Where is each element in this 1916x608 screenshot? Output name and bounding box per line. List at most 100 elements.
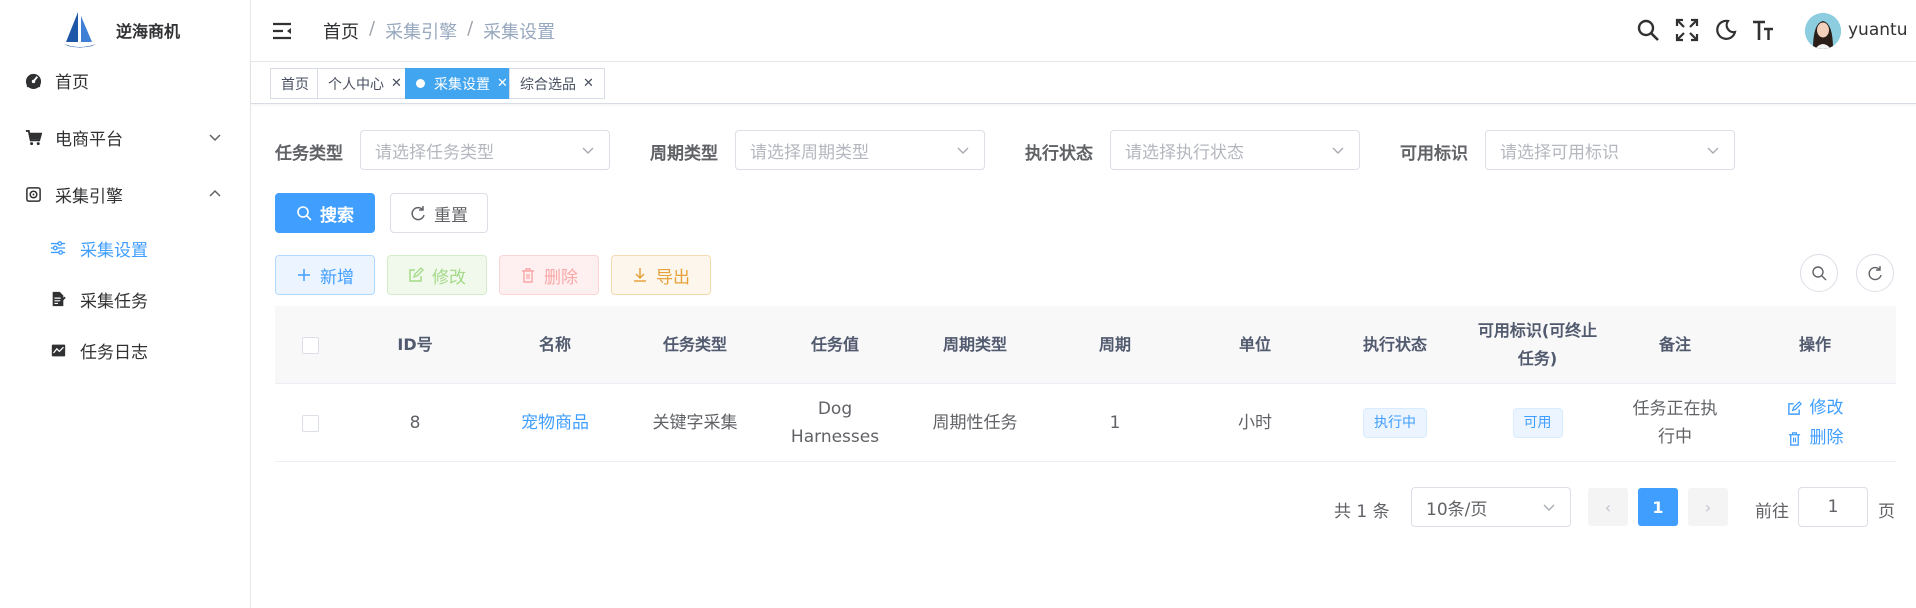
filter-label-task-type: 任务类型 [275, 144, 343, 164]
page-suffix-label: 页 [1878, 502, 1895, 522]
search-icon [1812, 266, 1827, 281]
chevron-down-icon [1332, 147, 1344, 154]
refresh-icon [411, 206, 425, 221]
tag-label: 首页 [281, 76, 309, 93]
search-icon[interactable] [1636, 18, 1660, 42]
trash-icon [522, 268, 534, 283]
fullscreen-icon[interactable] [1675, 18, 1699, 42]
select-all-checkbox[interactable] [301, 336, 319, 354]
select-placeholder: 请选择可用标识 [1500, 142, 1619, 163]
breadcrumb: 首页 / 采集引擎 / 采集设置 [323, 18, 555, 44]
close-icon[interactable]: ✕ [497, 76, 508, 91]
column-header: 可用标识(可终止任务) [1477, 321, 1598, 368]
sidebar-item-ecommerce[interactable]: 电商平台 [0, 113, 250, 161]
column-header: 周期类型 [942, 335, 1007, 354]
active-dot-icon [416, 79, 425, 88]
cell-operations: 修改 删除 [1745, 384, 1885, 462]
row-delete-label: 删除 [1809, 428, 1844, 448]
toggle-search-button[interactable] [1800, 254, 1838, 292]
sidebar-item-engine[interactable]: 采集引擎 [0, 170, 250, 218]
delete-button[interactable]: 删除 [499, 255, 599, 295]
row-edit-button[interactable]: 修改 [1787, 394, 1844, 422]
column-header: 备注 [1658, 335, 1691, 354]
plus-icon [298, 269, 310, 281]
tag-personal-center[interactable]: 个人中心 ✕ [317, 68, 413, 99]
prev-page-button[interactable]: ‹ [1588, 488, 1628, 526]
cell-status: 执行中 [1325, 384, 1465, 462]
app-name: 逆海商机 [116, 22, 181, 41]
export-button[interactable]: 导出 [611, 255, 711, 295]
row-checkbox[interactable] [301, 414, 319, 432]
cell-name: 宠物商品 [485, 384, 625, 462]
cell-cycle-type: 周期性任务 [932, 413, 1018, 433]
select-placeholder: 请选择任务类型 [375, 142, 494, 163]
breadcrumb-separator: / [369, 18, 376, 39]
cell-remark: 任务正在执行中 [1632, 399, 1718, 447]
add-button[interactable]: 新增 [275, 255, 375, 295]
settings-sliders-icon [49, 239, 67, 257]
reset-button[interactable]: 重置 [390, 193, 488, 233]
task-type-select[interactable]: 请选择任务类型 [360, 130, 610, 170]
close-icon[interactable]: ✕ [391, 76, 402, 91]
tag-collect-settings[interactable]: 采集设置 ✕ [405, 68, 519, 99]
add-button-label: 新增 [320, 267, 354, 288]
menu-fold-icon[interactable] [271, 20, 293, 42]
search-button[interactable]: 搜索 [275, 193, 375, 233]
refresh-table-button[interactable] [1856, 254, 1894, 292]
chevron-down-icon [1543, 504, 1555, 511]
task-doc-icon [49, 290, 67, 308]
page-number-button[interactable]: 1 [1638, 488, 1678, 526]
avatar[interactable] [1805, 13, 1841, 49]
sidebar-item-label: 任务日志 [80, 342, 148, 363]
page-size-select[interactable]: 10条/页 [1411, 487, 1571, 527]
sidebar-item-collect-settings[interactable]: 采集设置 [0, 224, 250, 272]
header-checkbox-cell [275, 306, 345, 384]
exec-status-select[interactable]: 请选择执行状态 [1110, 130, 1360, 170]
edit-button-label: 修改 [432, 267, 466, 288]
goto-page-input[interactable]: 1 [1798, 487, 1868, 527]
sidebar-item-collect-tasks[interactable]: 采集任务 [0, 275, 250, 323]
dashboard-icon [24, 71, 42, 89]
breadcrumb-item-home[interactable]: 首页 [323, 18, 359, 44]
edit-button[interactable]: 修改 [387, 255, 487, 295]
cell-cycle: 1 [1109, 413, 1121, 433]
tag-label: 个人中心 [328, 76, 384, 93]
cycle-type-select[interactable]: 请选择周期类型 [735, 130, 985, 170]
tag-product-selection[interactable]: 综合选品 ✕ [509, 68, 605, 99]
logo[interactable]: 逆海商机 [0, 0, 250, 60]
cart-icon [24, 128, 42, 146]
column-header: ID号 [397, 335, 433, 354]
tag-home[interactable]: 首页 [270, 68, 320, 99]
sidebar-item-home[interactable]: 首页 [0, 56, 250, 104]
pagination-total: 共 1 条 [1334, 502, 1390, 522]
tag-label: 采集设置 [434, 76, 490, 93]
next-page-button[interactable]: › [1688, 488, 1728, 526]
cell-id: 8 [409, 413, 421, 433]
column-header: 任务类型 [662, 335, 727, 354]
log-chart-icon [49, 341, 67, 359]
available-flag-select[interactable]: 请选择可用标识 [1485, 130, 1735, 170]
chevron-left-icon: ‹ [1604, 497, 1612, 517]
edit-icon [409, 267, 424, 282]
select-placeholder: 请选择执行状态 [1125, 142, 1244, 163]
filter-label-cycle-type: 周期类型 [650, 144, 718, 164]
sidebar-item-label: 采集任务 [80, 291, 148, 312]
delete-button-label: 删除 [544, 267, 578, 288]
column-header: 执行状态 [1362, 335, 1427, 354]
sidebar-item-label: 采集引擎 [55, 186, 123, 207]
row-delete-button[interactable]: 删除 [1787, 424, 1844, 452]
task-name-link[interactable]: 宠物商品 [521, 409, 589, 437]
tags-view: 首页 个人中心 ✕ 采集设置 ✕ 综合选品 ✕ [251, 62, 1916, 104]
close-icon[interactable]: ✕ [583, 76, 594, 91]
cell-available: 可用 [1475, 384, 1600, 462]
trash-icon [1788, 431, 1800, 446]
font-size-icon[interactable] [1751, 18, 1775, 42]
dark-mode-moon-icon[interactable] [1714, 18, 1738, 42]
sidebar-item-task-logs[interactable]: 任务日志 [0, 326, 250, 374]
cell-unit: 小时 [1238, 413, 1272, 433]
page-size-value: 10条/页 [1426, 499, 1488, 520]
column-header: 周期 [1098, 335, 1131, 354]
username[interactable]: yuantu [1848, 20, 1907, 40]
export-button-label: 导出 [656, 267, 690, 288]
chevron-down-icon [1707, 147, 1719, 154]
